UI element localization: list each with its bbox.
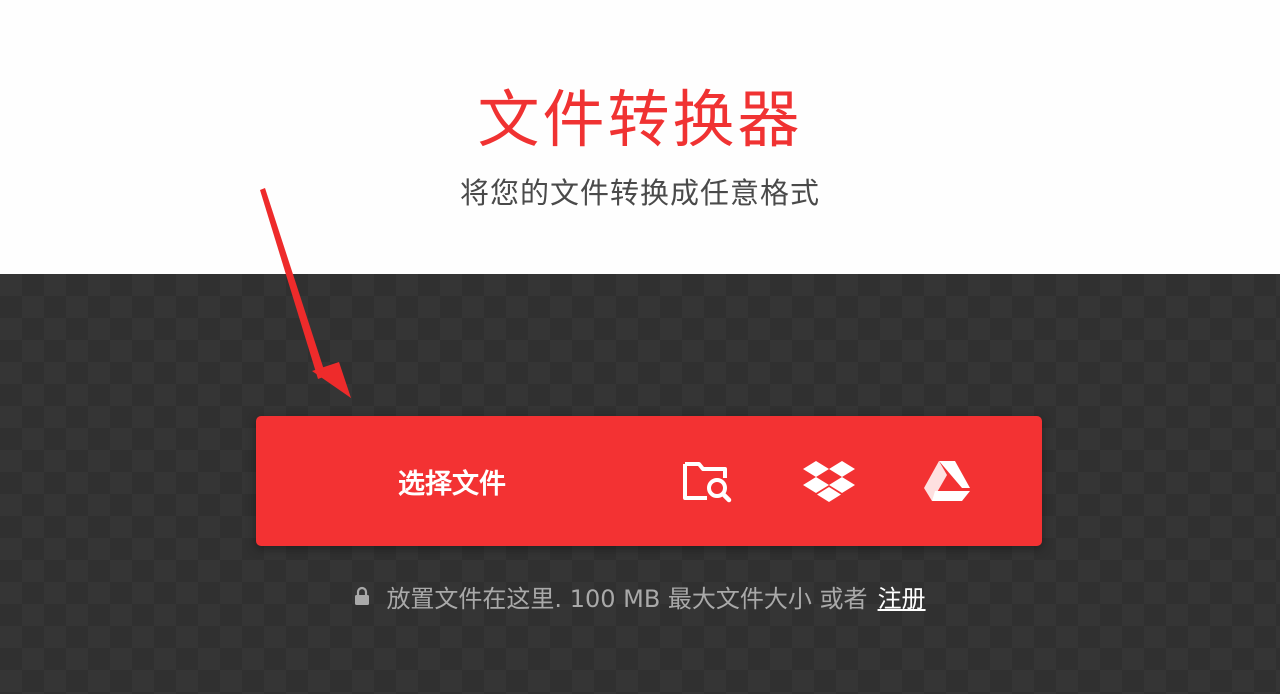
drop-note: 放置文件在这里. 100 MB 最大文件大小 或者 注册 [0,576,1280,616]
google-drive-button[interactable] [888,416,1006,546]
folder-search-icon [683,462,732,503]
upload-bar: 选择文件 [256,416,1042,546]
hero-section: 文件转换器 将您的文件转换成任意格式 [0,0,1280,274]
page-subtitle: 将您的文件转换成任意格式 [459,176,820,210]
choose-file-button[interactable]: 选择文件 [256,416,648,546]
google-drive-icon [924,461,970,501]
dropbox-button[interactable] [770,416,888,546]
page-title: 文件转换器 [477,83,803,156]
signup-link[interactable]: 注册 [878,579,926,614]
drop-note-text: 放置文件在这里. 100 MB 最大文件大小 或者 [386,584,868,613]
from-device-button[interactable] [648,416,766,546]
dropbox-icon [803,461,855,502]
lock-icon [354,586,370,606]
